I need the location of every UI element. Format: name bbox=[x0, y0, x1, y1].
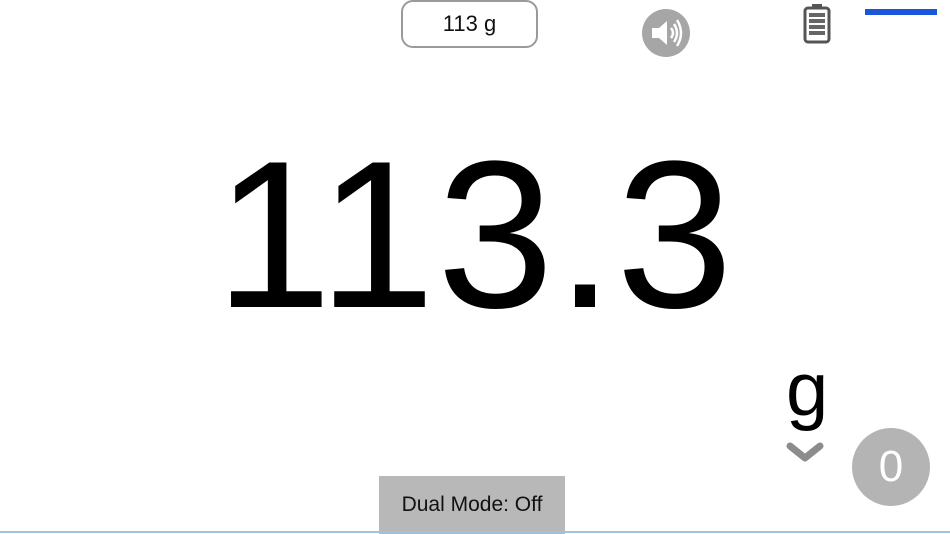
tare-button[interactable]: 0 bbox=[852, 428, 930, 506]
speaker-icon bbox=[652, 19, 683, 47]
preset-weight-button[interactable]: 113 g bbox=[401, 0, 538, 48]
weight-reading: 113.3 bbox=[215, 117, 735, 352]
tare-label: 0 bbox=[878, 442, 904, 491]
battery-icon bbox=[803, 4, 831, 44]
connection-indicator bbox=[865, 9, 937, 15]
unit-label[interactable]: g bbox=[786, 350, 828, 430]
sound-toggle-button[interactable] bbox=[642, 9, 690, 57]
preset-weight-label: 113 g bbox=[442, 11, 497, 36]
bottom-divider bbox=[0, 531, 950, 533]
chevron-down-icon[interactable] bbox=[786, 440, 824, 466]
dual-mode-label: Dual Mode: Off bbox=[401, 493, 543, 516]
dual-mode-button[interactable]: Dual Mode: Off bbox=[379, 476, 565, 534]
scale-screen: 113 g 113.3 g 0 Dual Mode: Off bbox=[0, 0, 950, 534]
